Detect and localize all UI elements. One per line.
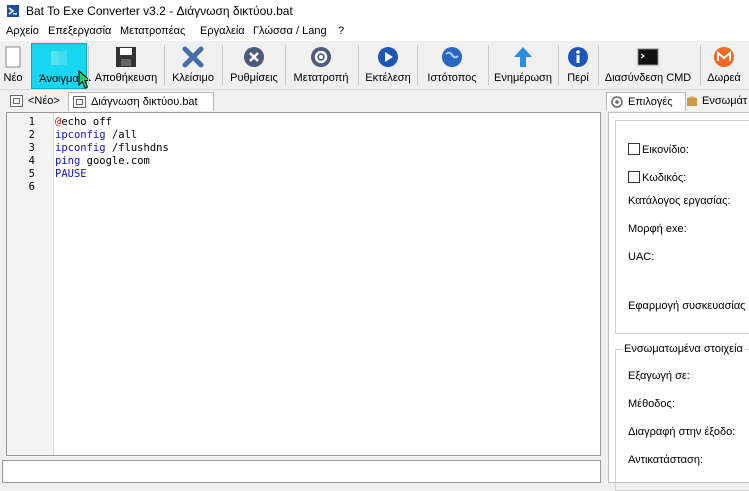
workdir-label: Κατάλογος εργασίας:	[628, 195, 731, 207]
menu-bar: Αρχείο Επεξεργασία Μετατροπέας Εργαλεία …	[0, 22, 749, 41]
line-number: 6	[28, 181, 35, 193]
save-button[interactable]: Αποθήκευση	[93, 43, 159, 87]
tab-current-file[interactable]: Διάγνωση δικτύου.bat	[68, 92, 214, 111]
convert-button[interactable]: Μετατροπή	[290, 43, 352, 87]
icon-option[interactable]: Εικονίδιο:	[628, 143, 689, 156]
app-icon	[7, 5, 19, 17]
gear-icon	[611, 96, 623, 108]
website-button[interactable]: Ιστότοπος	[422, 43, 482, 87]
mouse-cursor-icon	[78, 70, 92, 89]
window-title: Bat To Exe Converter v3.2 - Διάγνωση δικ…	[26, 4, 293, 18]
update-button[interactable]: Ενημέρωση	[493, 43, 553, 87]
code-line: @echo off	[55, 116, 112, 128]
info-icon	[565, 45, 591, 69]
menu-edit[interactable]: Επεξεργασία	[48, 25, 111, 37]
about-button[interactable]: Περί	[562, 43, 594, 87]
line-number-gutter: 1 2 3 4 5 6	[7, 113, 54, 455]
method-label: Μέθοδος:	[628, 398, 675, 410]
line-number: 1	[28, 116, 35, 128]
settings-icon	[241, 45, 267, 69]
icon-checkbox[interactable]	[628, 143, 640, 155]
menu-language[interactable]: Γλώσσα / Lang	[253, 25, 327, 37]
toolbar: Νέο Άνοιγμα Αποθήκευση Κλείσιμο Ρυθμίσει…	[0, 41, 749, 90]
code-line: PAUSE	[55, 168, 87, 180]
title-bar: Bat To Exe Converter v3.2 - Διάγνωση δικ…	[0, 0, 749, 22]
extract-label: Εξαγωγή σε:	[628, 370, 690, 382]
code-line: ipconfig /flushdns	[55, 142, 169, 154]
delete-on-exit-label: Διαγραφή στην έξοδο:	[628, 426, 736, 438]
embedded-group-title: Ενσωματωμένα στοιχεία	[622, 343, 745, 355]
menu-help[interactable]: ?	[338, 25, 344, 37]
save-icon	[113, 45, 139, 69]
open-button[interactable]: Άνοιγμα	[31, 43, 92, 89]
gear-icon	[308, 45, 334, 69]
donate-icon	[711, 45, 737, 69]
line-number: 3	[28, 142, 35, 154]
tab-new[interactable]: <Νέο>	[6, 92, 66, 110]
close-button[interactable]: Κλείσιμο	[168, 43, 218, 87]
tab-options[interactable]: Επιλογές	[606, 92, 686, 111]
settings-button[interactable]: Ρυθμίσεις	[227, 43, 281, 87]
package-icon	[687, 96, 697, 106]
uac-label: UAC:	[628, 251, 655, 263]
document-icon	[10, 95, 23, 107]
code-line: ping google.com	[55, 155, 150, 167]
password-checkbox[interactable]	[628, 171, 640, 183]
password-option[interactable]: Κωδικός:	[628, 171, 686, 184]
code-editor[interactable]: 1 2 3 4 5 6 @echo off ipconfig /all ipco…	[6, 112, 601, 456]
open-icon	[46, 46, 72, 70]
close-icon	[180, 45, 206, 69]
exe-format-label: Μορφή exe:	[628, 223, 687, 235]
up-arrow-icon	[510, 45, 536, 69]
play-icon	[375, 45, 401, 69]
options-tabs: Επιλογές Ενσωμάτ	[604, 89, 749, 111]
document-icon	[73, 96, 86, 108]
line-number: 2	[28, 129, 35, 141]
line-number: 5	[28, 168, 35, 180]
line-number: 4	[28, 155, 35, 167]
run-button[interactable]: Εκτέλεση	[363, 43, 413, 87]
output-pane[interactable]	[2, 460, 601, 483]
document-tabs: <Νέο> Διάγνωση δικτύου.bat	[0, 89, 604, 111]
new-icon	[0, 45, 26, 69]
new-button[interactable]: Νέο	[1, 43, 25, 87]
menu-converter[interactable]: Μετατροπέας	[120, 25, 185, 37]
code-line: ipconfig /all	[55, 129, 138, 141]
donate-button[interactable]: Δωρεά	[704, 43, 744, 87]
app-manifest-label: Εφαρμογή συσκευασίας	[628, 300, 746, 312]
menu-file[interactable]: Αρχείο	[6, 25, 39, 37]
replace-label: Αντικατάσταση:	[628, 454, 704, 466]
globe-icon	[439, 45, 465, 69]
cmd-interface-button[interactable]: Διασύνδεση CMD	[602, 43, 694, 87]
cmd-icon	[635, 45, 661, 69]
tab-embed[interactable]: Ενσωμάτ	[684, 92, 749, 110]
menu-tools[interactable]: Εργαλεία	[200, 25, 245, 37]
